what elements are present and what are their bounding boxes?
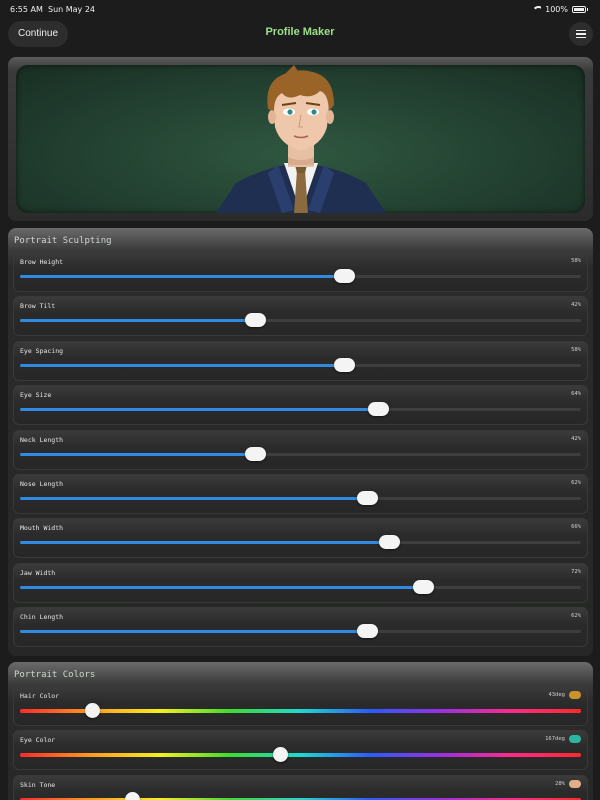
slider-value: 62%	[571, 479, 581, 486]
slider-value: 42%	[571, 302, 581, 309]
section-title: Portrait Sculpting	[14, 236, 112, 246]
slider-track[interactable]	[20, 579, 581, 594]
slider-track[interactable]	[20, 624, 581, 639]
slider-track[interactable]	[20, 446, 581, 461]
slider-value: 58%	[571, 258, 581, 264]
navigation-bar: Continue Profile Maker	[0, 18, 600, 50]
slider-track[interactable]	[20, 402, 581, 417]
slider-label: Eye Color	[20, 736, 56, 745]
portrait-colors-panel: Portrait Colors Hair Color 43deg Eye Color…	[8, 662, 593, 800]
slider-value: 66%	[571, 524, 581, 531]
slider-track[interactable]	[20, 269, 581, 283]
battery-percent: 100%	[545, 5, 568, 14]
slider-thumb[interactable]	[334, 269, 356, 283]
portrait-card	[8, 57, 593, 221]
slider-fill	[20, 319, 256, 323]
slider-thumb[interactable]	[412, 579, 434, 594]
avatar-portrait	[216, 65, 386, 213]
slider-value: 72%	[571, 568, 581, 575]
slider-thumb[interactable]	[85, 703, 101, 718]
slider-value: 43deg	[548, 692, 565, 698]
slider-label: Brow Tilt	[20, 302, 56, 311]
color-row-eye-color: Eye Color 167deg	[13, 730, 588, 771]
slider-value: 28%	[555, 780, 565, 787]
portrait-sculpting-panel: Portrait Sculpting Brow Height 58% Brow Ti…	[8, 228, 593, 656]
slider-value: 62%	[571, 613, 581, 620]
slider-label: Mouth Width	[20, 524, 64, 533]
section-title: Portrait Colors	[14, 670, 96, 680]
slider-value: 64%	[571, 391, 581, 398]
slider-label: Eye Spacing	[20, 346, 64, 355]
slider-fill	[20, 541, 391, 545]
color-swatch	[569, 735, 581, 744]
slider-thumb[interactable]	[379, 535, 401, 550]
slider-fill	[20, 630, 368, 634]
color-row-skin-tone: Skin Tone 28%	[13, 774, 588, 800]
page-title: Profile Maker	[265, 26, 335, 38]
slider-thumb[interactable]	[334, 357, 356, 372]
hamburger-menu-icon[interactable]	[569, 22, 593, 46]
slider-label: Brow Height	[20, 258, 64, 266]
slider-thumb[interactable]	[244, 313, 266, 328]
slider-row-eye-spacing: Eye Spacing 58%	[13, 340, 588, 381]
slider-row-nose-length: Nose Length 62%	[13, 473, 588, 514]
slider-thumb[interactable]	[356, 624, 378, 639]
battery-icon	[572, 6, 586, 13]
status-right: 100%	[532, 5, 588, 14]
slider-label: Eye Size	[20, 391, 52, 400]
slider-thumb[interactable]	[368, 402, 390, 417]
slider-fill	[20, 585, 424, 589]
slider-value: 58%	[571, 346, 581, 353]
wifi-icon	[532, 6, 542, 13]
battery-tip	[587, 8, 588, 11]
slider-thumb[interactable]	[273, 747, 289, 763]
color-swatch	[569, 691, 581, 699]
slider-value: 42%	[571, 435, 581, 442]
slider-fill	[20, 408, 380, 412]
status-time: 6:55 AM Sun May 24	[10, 5, 96, 14]
slider-track[interactable]	[20, 535, 581, 550]
slider-fill	[20, 275, 346, 278]
slider-label: Chin Length	[20, 613, 64, 622]
slider-label: Skin Tone	[20, 780, 56, 789]
slider-thumb[interactable]	[244, 446, 266, 461]
slider-label: Nose Length	[20, 479, 64, 488]
color-row-hair-color: Hair Color 43deg	[13, 686, 588, 726]
slider-label: Hair Color	[20, 692, 60, 700]
slider-thumb[interactable]	[356, 490, 378, 505]
slider-track[interactable]	[20, 313, 581, 328]
portrait-preview	[16, 65, 585, 213]
slider-value: 167deg	[545, 736, 565, 743]
hue-slider-track[interactable]	[20, 703, 581, 718]
slider-row-brow-height: Brow Height 58%	[13, 252, 588, 292]
slider-fill	[20, 452, 256, 456]
slider-track[interactable]	[20, 490, 581, 505]
slider-track[interactable]	[20, 357, 581, 372]
slider-fill	[20, 496, 368, 500]
slider-row-chin-length: Chin Length 62%	[13, 607, 588, 648]
slider-row-brow-tilt: Brow Tilt 42%	[13, 296, 588, 337]
slider-row-mouth-width: Mouth Width 66%	[13, 518, 588, 559]
slider-fill	[20, 363, 346, 367]
slider-label: Neck Length	[20, 435, 64, 444]
slider-row-eye-size: Eye Size 64%	[13, 385, 588, 426]
slider-label: Jaw Width	[20, 568, 56, 577]
status-bar: 6:55 AM Sun May 24 100%	[0, 0, 600, 20]
hue-slider-track[interactable]	[20, 747, 581, 763]
color-swatch	[569, 779, 581, 788]
slider-row-jaw-width: Jaw Width 72%	[13, 562, 588, 603]
slider-thumb[interactable]	[124, 791, 140, 800]
slider-row-neck-length: Neck Length 42%	[13, 429, 588, 470]
